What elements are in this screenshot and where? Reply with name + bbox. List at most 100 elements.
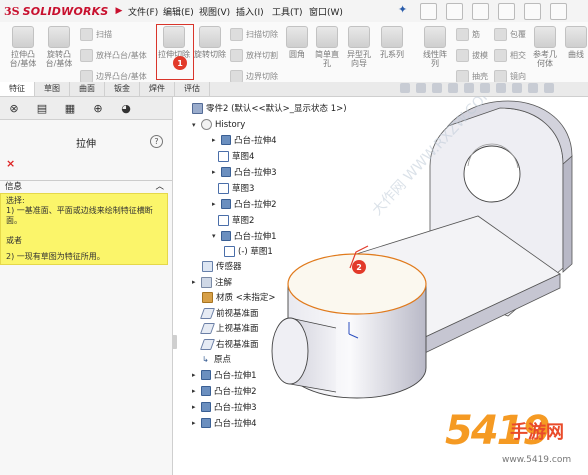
tab-features[interactable]: 特征	[0, 82, 35, 96]
menu-tools[interactable]: 工具(T)	[272, 5, 303, 18]
loft-button[interactable]: 放样凸台/基体	[80, 49, 147, 62]
info-section-header[interactable]: 信息 ︿	[0, 180, 172, 193]
simple-hole-button[interactable]: 简单直孔	[312, 26, 342, 68]
tab-sketch[interactable]: 草图	[35, 82, 70, 96]
revolved-cut-button[interactable]: 旋转切除	[194, 26, 226, 59]
sweep-button[interactable]: 扫描	[80, 28, 147, 41]
extruded-boss-button[interactable]: 拉伸凸台/基体	[6, 26, 40, 68]
curves-button[interactable]: 曲线	[564, 26, 588, 59]
tab-weldments[interactable]: 焊件	[140, 82, 175, 96]
menu-window[interactable]: 窗口(W)	[309, 5, 343, 18]
simple-hole-icon	[316, 26, 338, 48]
hide-show-icon[interactable]	[496, 83, 506, 93]
menu-view[interactable]: 视图(V)	[199, 5, 230, 18]
sweep-icon	[80, 28, 93, 41]
hole-wizard-button[interactable]: 异型孔向导	[344, 26, 374, 68]
zoom-to-fit-icon[interactable]	[400, 83, 410, 93]
extrude-feature-icon	[221, 231, 231, 241]
solidworks-logo[interactable]: 3S SOLIDWORKS ▶	[4, 3, 122, 19]
swept-cut-icon	[230, 28, 243, 41]
feature-manager-tab-icon[interactable]: ⊗	[0, 97, 28, 119]
lofted-cut-button[interactable]: 放样切割	[230, 49, 278, 62]
tab-evaluate[interactable]: 评估	[175, 82, 210, 96]
view-orientation-icon[interactable]	[464, 83, 474, 93]
swept-cut-button[interactable]: 扫描切除	[230, 28, 278, 41]
tree-feature[interactable]: ▸ 凸台-拉伸2	[192, 385, 256, 397]
manager-tabs: ⊗ ▤ ▦ ⊕ ◕	[0, 97, 172, 120]
history-item[interactable]: ▾ 凸台-拉伸1	[212, 230, 276, 242]
extrude-boss-icon	[12, 26, 34, 48]
linear-pattern-button[interactable]: 线性阵列	[420, 26, 450, 68]
logo-text: SOLIDWORKS	[22, 4, 109, 18]
print-icon[interactable]	[498, 3, 515, 20]
panel-resize-handle[interactable]	[172, 335, 177, 349]
tab-surfaces[interactable]: 曲面	[70, 82, 105, 96]
draft-button[interactable]: 拔模	[456, 49, 488, 62]
scene-icon[interactable]	[528, 83, 538, 93]
new-doc-icon[interactable]	[420, 3, 437, 20]
redo-icon[interactable]	[550, 3, 567, 20]
domain-watermark: www.5419.com	[502, 455, 572, 465]
reference-geometry-button[interactable]: 参考几何体	[530, 26, 560, 68]
pin-icon[interactable]: ✦	[398, 3, 407, 16]
sketch-icon	[218, 150, 229, 162]
tree-origin[interactable]: ↳ 原点	[202, 353, 231, 366]
undo-icon[interactable]	[524, 3, 541, 20]
step-badge-1: 1	[173, 56, 187, 70]
display-settings-icon[interactable]	[544, 83, 554, 93]
history-item[interactable]: 草图4	[218, 150, 254, 162]
extrude-feature-icon	[201, 370, 211, 380]
previous-view-icon[interactable]	[432, 83, 442, 93]
tree-feature[interactable]: ▸ 凸台-拉伸1	[192, 369, 256, 381]
history-item[interactable]: ▸ 凸台-拉伸2	[212, 198, 276, 210]
menu-edit[interactable]: 编辑(E)	[163, 5, 194, 18]
menu-file[interactable]: 文件(F)	[128, 5, 158, 18]
property-manager-title: 拉伸	[76, 139, 96, 150]
zoom-area-icon[interactable]	[416, 83, 426, 93]
open-icon[interactable]	[446, 3, 463, 20]
tree-feature[interactable]: ▸ 凸台-拉伸3	[192, 401, 256, 413]
collapse-icon[interactable]: ▾	[192, 121, 198, 129]
extrude-feature-icon	[201, 402, 211, 412]
tree-sensors[interactable]: 传感器	[202, 260, 242, 272]
tab-sheet-metal[interactable]: 钣金	[105, 82, 140, 96]
property-manager-tab-icon[interactable]: ▤	[28, 97, 56, 119]
history-item[interactable]: (-) 草图1	[224, 245, 273, 257]
tree-feature[interactable]: ▸ 凸台-拉伸4	[192, 417, 256, 429]
collapse-chevron-icon[interactable]: ︿	[155, 181, 164, 193]
fillet-button[interactable]: 圆角	[284, 26, 310, 59]
display-manager-tab-icon[interactable]: ◕	[112, 97, 140, 119]
rib-button[interactable]: 筋	[456, 28, 488, 41]
history-item[interactable]: ▸ 凸台-拉伸4	[212, 134, 276, 146]
lofted-cut-icon	[230, 49, 243, 62]
menu-insert[interactable]: 插入(I)	[236, 5, 264, 18]
intersect-icon	[494, 49, 507, 62]
save-icon[interactable]	[472, 3, 489, 20]
section-view-icon[interactable]	[448, 83, 458, 93]
revolved-boss-button[interactable]: 旋转凸台/基体	[42, 26, 76, 68]
rib-icon	[456, 28, 469, 41]
tree-material[interactable]: 材质 <未指定>	[202, 291, 275, 303]
tree-history[interactable]: ▾ History	[192, 119, 245, 130]
heads-up-view-toolbar	[400, 83, 554, 93]
dimxpert-tab-icon[interactable]: ⊕	[84, 97, 112, 119]
hole-series-icon	[381, 26, 403, 48]
hole-series-button[interactable]: 孔系列	[376, 26, 408, 59]
history-item[interactable]: ▸ 凸台-拉伸3	[212, 166, 276, 178]
display-style-icon[interactable]	[480, 83, 490, 93]
help-icon[interactable]: ?	[150, 135, 163, 148]
tree-annotations[interactable]: ▸ 注解	[192, 276, 232, 288]
tree-front-plane[interactable]: 前视基准面	[199, 307, 259, 319]
tree-top-plane[interactable]: 上视基准面	[199, 322, 259, 334]
info-line: 2) 一现有草图为特征所用。	[6, 252, 105, 261]
intersect-button[interactable]: 相交	[494, 49, 526, 62]
tree-root[interactable]: 零件2 (默认<<默认>_显示状态 1>)	[192, 102, 347, 114]
wrap-button[interactable]: 包覆	[494, 28, 526, 41]
history-item[interactable]: 草图2	[218, 214, 254, 226]
appearance-icon[interactable]	[512, 83, 522, 93]
tree-right-plane[interactable]: 右视基准面	[199, 338, 259, 350]
history-item[interactable]: 草图3	[218, 182, 254, 194]
configuration-manager-tab-icon[interactable]: ▦	[56, 97, 84, 119]
command-manager: 拉伸凸台/基体 旋转凸台/基体 扫描 放样凸台/基体 边界凸台/基体 拉伸切除 …	[0, 22, 588, 83]
cancel-icon[interactable]: ×	[6, 157, 15, 170]
